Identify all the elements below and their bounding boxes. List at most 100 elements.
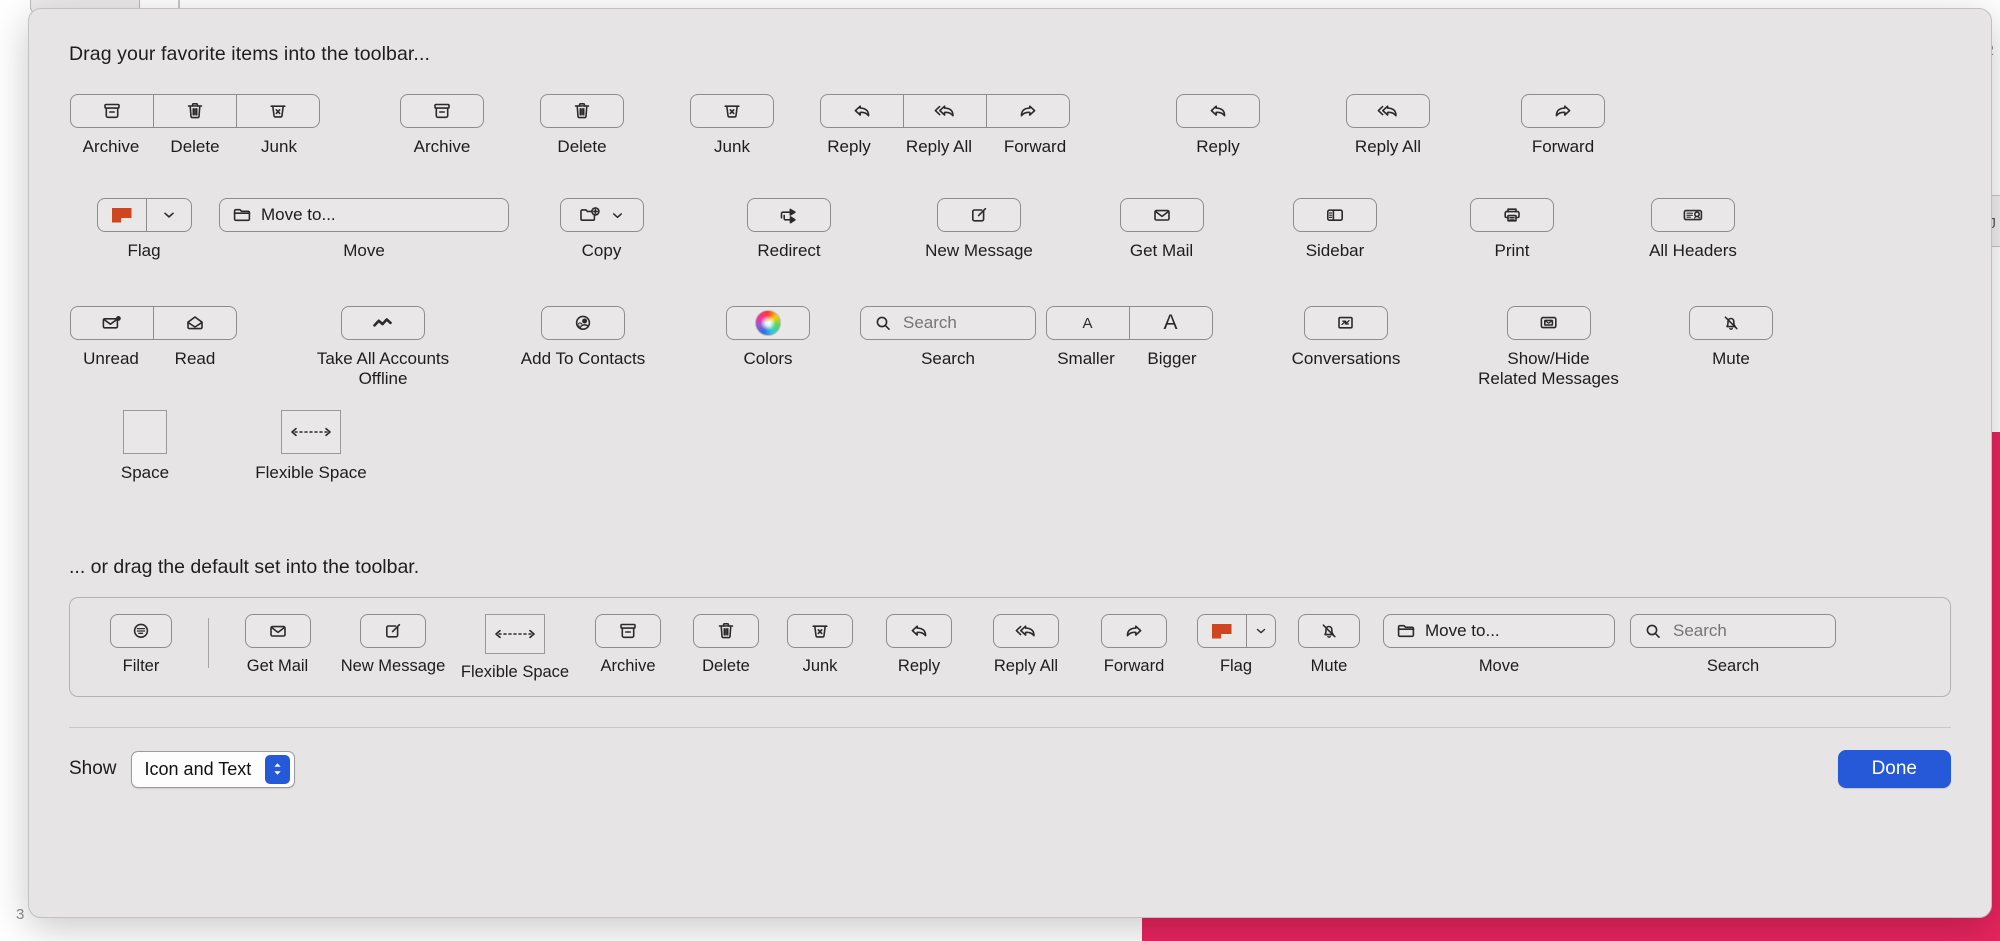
palette-group-unread-read-segmented[interactable] (69, 306, 237, 340)
palette-caption: Flag (127, 241, 161, 260)
palette-item-colors[interactable]: Colors (683, 306, 853, 369)
palette-item-bigger[interactable]: A (1128, 306, 1213, 340)
color-wheel-icon (755, 310, 781, 336)
palette-item-move[interactable]: Move to... Move (219, 198, 509, 261)
palette-item-unread[interactable] (69, 306, 154, 340)
default-item-reply-all[interactable]: Reply All (976, 614, 1076, 676)
folder-icon (1397, 624, 1415, 638)
palette-item-forward[interactable] (986, 94, 1070, 128)
flag-dropdown-button[interactable] (145, 198, 192, 232)
palette-row: Flag Move to... Move Copy Redirect New M… (69, 198, 1951, 284)
palette-item-mute[interactable]: Mute (1656, 306, 1806, 369)
copy-button[interactable] (559, 198, 644, 232)
palette-item-junk[interactable] (236, 94, 320, 128)
flag-button[interactable] (96, 198, 147, 232)
big-a-icon: A (1163, 311, 1178, 334)
folder-plus-icon (580, 207, 600, 221)
palette-item-new-message[interactable]: New Message (884, 198, 1074, 261)
palette-item-forward-single[interactable]: Forward (1483, 94, 1643, 157)
default-caption: Search (1706, 657, 1760, 675)
palette-caption: Get Mail (1129, 241, 1194, 260)
move-to-field[interactable]: Move to... (219, 198, 509, 232)
search-input[interactable]: Search (1630, 614, 1836, 648)
junk-bin-icon (724, 105, 740, 118)
palette-item-show-hide-related-messages[interactable]: Show/Hide Related Messages (1441, 306, 1656, 389)
palette-caption: Junk (261, 137, 297, 156)
show-mode-popup[interactable]: Icon and Text (130, 750, 296, 788)
default-item-junk[interactable]: Junk (778, 614, 862, 676)
palette-item-redirect[interactable]: Redirect (694, 198, 884, 261)
palette-item-delete[interactable] (153, 94, 237, 128)
default-item-search[interactable]: Search Search (1628, 614, 1838, 676)
done-button[interactable]: Done (1837, 750, 1951, 789)
palette-group-text-size-segmented[interactable]: A A (1045, 306, 1213, 340)
default-item-new-message[interactable]: New Message (338, 614, 448, 676)
palette-item-flag[interactable]: Flag (69, 198, 219, 261)
flag-dropdown-button[interactable] (1245, 614, 1276, 648)
flag-button[interactable] (1196, 614, 1247, 648)
move-to-value: Move to... (1425, 621, 1500, 640)
palette-item-space[interactable]: Space (69, 410, 221, 483)
palette-row: Archive Delete Junk Archive Delete Junk … (69, 94, 1951, 180)
palette-item-junk-single[interactable]: Junk (657, 94, 807, 157)
default-item-mute[interactable]: Mute (1288, 614, 1370, 676)
redirect-arrow-icon (780, 208, 796, 224)
palette-item-get-mail[interactable]: Get Mail (1074, 198, 1249, 261)
palette-item-reply-single[interactable]: Reply (1143, 94, 1293, 157)
palette-item-reply[interactable] (820, 94, 904, 128)
palette-item-add-to-contacts[interactable]: Add To Contacts (483, 306, 683, 369)
palette-item-reply-all[interactable] (903, 94, 987, 128)
flexible-space-box (485, 614, 545, 654)
palette-item-archive-single[interactable]: Archive (377, 94, 507, 157)
all-headers-icon (1683, 209, 1703, 221)
palette-item-smaller[interactable]: A (1045, 306, 1130, 340)
search-placeholder: Search (1673, 621, 1727, 640)
default-item-archive[interactable]: Archive (582, 614, 674, 676)
default-item-flexible-space[interactable]: Flexible Space (456, 614, 574, 682)
add-contact-icon (575, 315, 591, 331)
palette-caption: Move (343, 241, 385, 260)
palette-item-delete-single[interactable]: Delete (507, 94, 657, 157)
move-to-field[interactable]: Move to... (1383, 614, 1615, 648)
default-item-filter[interactable]: Filter (92, 614, 190, 676)
palette-caption: Sidebar (1305, 241, 1365, 260)
palette-item-reply-all-single[interactable]: Reply All (1293, 94, 1483, 157)
palette-item-take-all-accounts-offline[interactable]: Take All Accounts Offline (283, 306, 483, 389)
search-input[interactable]: Search (860, 306, 1036, 340)
default-caption: Forward (1103, 657, 1165, 675)
palette-item-all-headers[interactable]: All Headers (1603, 198, 1783, 261)
palette-group-reply-segmented[interactable] (820, 94, 1070, 128)
palette-item-copy[interactable]: Copy (509, 198, 694, 261)
palette-caption: Colors (743, 349, 793, 368)
palette-caption: Flexible Space (255, 463, 367, 482)
palette-group-archive-delete-junk-segmented[interactable] (70, 94, 320, 128)
default-item-get-mail[interactable]: Get Mail (225, 614, 330, 676)
popup-stepper-icon (265, 754, 291, 784)
palette-caption: Mute (1712, 349, 1750, 368)
palette-item-archive[interactable] (70, 94, 154, 128)
palette-caption: Redirect (757, 241, 821, 260)
default-item-flag[interactable]: Flag (1192, 614, 1280, 676)
palette-item-sidebar[interactable]: Sidebar (1249, 198, 1421, 261)
archive-box-icon (104, 103, 120, 119)
mute-bell-icon (1724, 316, 1738, 330)
flexible-space-box (281, 410, 341, 454)
sheet-headline: Drag your favorite items into the toolba… (69, 43, 430, 65)
palette-row: Space Flexible Space (69, 410, 1951, 496)
palette-item-search[interactable]: Search Search (853, 306, 1043, 369)
default-item-forward[interactable]: Forward (1084, 614, 1184, 676)
search-icon (1646, 624, 1660, 638)
palette-item-print[interactable]: Print (1421, 198, 1603, 261)
default-item-reply[interactable]: Reply (870, 614, 968, 676)
palette-item-conversations[interactable]: Conversations (1251, 306, 1441, 369)
default-toolbar-set[interactable]: Filter Get Mail New Message Flexible Spa… (69, 597, 1951, 698)
palette-caption: Bigger (1147, 349, 1197, 368)
chevron-down-icon (613, 212, 622, 218)
default-item-delete[interactable]: Delete (682, 614, 770, 676)
default-caption: Mute (1310, 657, 1348, 675)
palette-item-flexible-space[interactable]: Flexible Space (221, 410, 401, 483)
forward-arrow-icon (1126, 625, 1142, 637)
junk-bin-icon (812, 625, 828, 638)
default-item-move[interactable]: Move to... Move (1378, 614, 1620, 676)
palette-item-read[interactable] (152, 306, 237, 340)
